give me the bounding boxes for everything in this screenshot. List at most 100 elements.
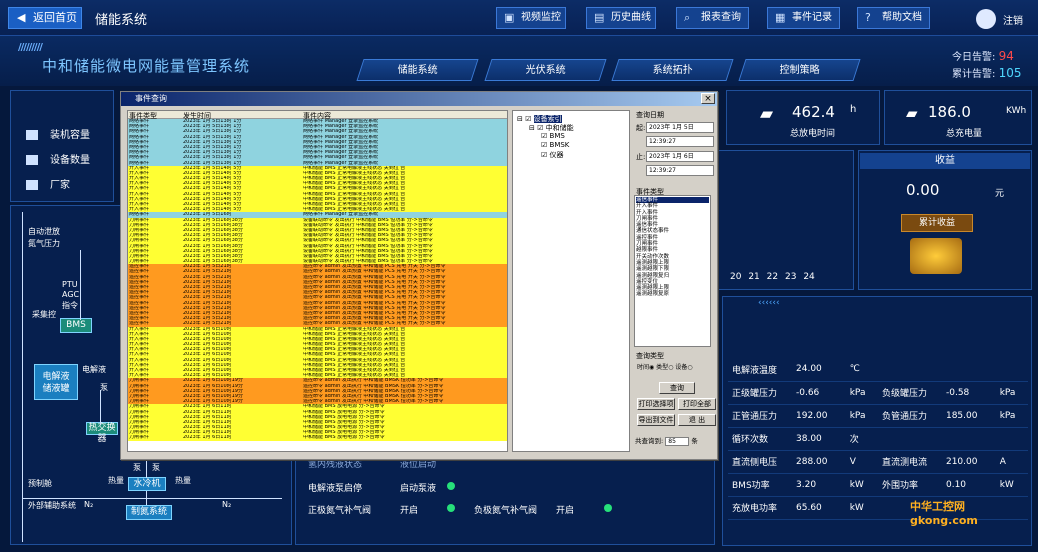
- total-count: 共查询到: 85 条: [635, 437, 698, 446]
- param-cell: V: [845, 450, 878, 474]
- to-date-field[interactable]: 2023年 1月 6日: [646, 151, 714, 162]
- param-cell: 循环次数: [728, 427, 792, 451]
- param-cell: 充放电功率: [728, 496, 792, 520]
- discharge-icon: ▰: [760, 104, 774, 124]
- diagram-label: 热量: [175, 476, 191, 485]
- param-cell: 外围功率: [877, 473, 942, 497]
- diagram-label: 自动泄放: [28, 227, 60, 236]
- param-cell: [877, 358, 942, 382]
- tab-storage[interactable]: 储能系统: [356, 59, 479, 81]
- charge-icon: ▰: [906, 104, 918, 122]
- event-type-cell: 刀闸事件: [129, 435, 150, 441]
- param-cell: 210.00: [941, 450, 996, 474]
- close-icon[interactable]: ×: [701, 93, 715, 104]
- diagram-line: [100, 390, 101, 425]
- charge-value: 186.0: [928, 103, 971, 121]
- video-icon: ▣: [504, 11, 515, 24]
- diagram-label: 电解液: [82, 365, 106, 374]
- param-cell: [941, 358, 996, 382]
- report-query-button[interactable]: ⌕ 报表查询: [676, 7, 749, 29]
- status-value: 启动泵液: [400, 484, 437, 494]
- watermark: 中华工控网 gkong.com: [910, 500, 978, 527]
- param-cell: kPa: [845, 381, 878, 405]
- logout-button[interactable]: 注销: [1003, 12, 1023, 27]
- discharge-unit: h: [850, 104, 857, 115]
- event-query-dialog[interactable]: 事件查询 × 事件类型 发生时间 事件内容 网络事件 2023年 1月 5日13时 1分…: [120, 91, 718, 460]
- to-label: 止:: [636, 153, 646, 161]
- param-cell: 288.00: [792, 450, 846, 474]
- device-tree[interactable]: ⊟ ☑ 设备索引 ⊟ ☑ 中和储能 ☑ BMS ☑ BMSK ☑ 仪器: [512, 110, 630, 452]
- param-cell: A: [995, 450, 1028, 474]
- param-cell: [995, 427, 1028, 451]
- search-icon: ⌕: [684, 11, 691, 24]
- param-cell: 电解液温度: [728, 358, 792, 382]
- print-selected-button[interactable]: 打印选择项: [637, 398, 675, 410]
- param-cell: 正级罐压力: [728, 381, 792, 405]
- charge-unit: KWh: [1006, 106, 1027, 116]
- print-all-button[interactable]: 打印全部: [678, 398, 716, 410]
- from-date-field[interactable]: 2023年 1月 5日: [646, 122, 714, 133]
- exit-button[interactable]: 退 出: [678, 414, 716, 426]
- param-cell: -0.58: [941, 381, 996, 405]
- query-type-radios[interactable]: 时间◉ 类型○ 设备○: [637, 362, 693, 371]
- diagram-label: N₂: [222, 500, 232, 509]
- param-cell: 正管通压力: [728, 404, 792, 428]
- table-row: 正管通压力 192.00 kPa 负管通压力 185.00 kPa: [728, 404, 1028, 428]
- dialog-title-bar[interactable]: 事件查询 ×: [121, 92, 717, 106]
- table-row[interactable]: 刀闸事件 2023年 1月 6日11时 中和储能 BMS 放电电源 分->合命令: [128, 435, 507, 441]
- help-doc-button[interactable]: ? 帮助文档: [857, 7, 930, 29]
- param-cell: [941, 427, 996, 451]
- param-cell: 次: [845, 427, 878, 451]
- diagram-label: 外部辅助系统: [28, 501, 76, 510]
- history-curve-button[interactable]: ▤ 历史曲线: [586, 7, 656, 29]
- from-time-field[interactable]: 12:39:27: [646, 136, 714, 147]
- param-cell: [877, 427, 942, 451]
- param-table: 电解液温度 24.00 ℃ 正级罐压力 -0.66 kPa 负级罐压力 -0.58 kPa 正管…: [728, 358, 1028, 520]
- tab-pv[interactable]: 光伏系统: [484, 59, 607, 81]
- param-cell: kPa: [995, 404, 1028, 428]
- back-arrow-icon: ◀: [17, 11, 26, 24]
- tab-topology[interactable]: 系统拓扑: [611, 59, 734, 81]
- event-record-button[interactable]: ▦ 事件记录: [767, 7, 840, 29]
- income-unit: 元: [995, 189, 1005, 199]
- tree-leaf[interactable]: ☑ BMS: [541, 132, 565, 140]
- top-bar: ◀ 返回首页 储能系统 ▣ 视频监控 ▤ 历史曲线 ⌕ 报表查询 ▦ 事件记录 ? 帮助文档…: [0, 0, 1038, 36]
- param-cell: 负管通压力: [877, 404, 942, 428]
- diagram-label: 采集控: [32, 310, 56, 319]
- param-cell: 38.00: [792, 427, 846, 451]
- diagram-label: 热量: [108, 476, 124, 485]
- status-indicator: [447, 502, 455, 515]
- query-button[interactable]: 查询: [659, 382, 695, 394]
- event-content-cell: 中和储能 BMS 放电电源 分->合命令: [303, 435, 385, 441]
- param-cell: 直流测电流: [877, 450, 942, 474]
- list-item[interactable]: 遥测越限复原: [636, 291, 709, 297]
- user-avatar-icon[interactable]: [976, 9, 996, 29]
- param-cell: kW: [995, 473, 1028, 497]
- capacity-item: 装机容量: [26, 126, 90, 141]
- status-indicator: [604, 502, 612, 515]
- device-icon: [26, 155, 38, 165]
- status-label: 正极氮气补气阀: [308, 506, 372, 516]
- diagram-label: N₂: [84, 500, 94, 509]
- param-cell: 3.20: [792, 473, 846, 497]
- vendor-item: 厂家: [26, 176, 70, 191]
- tree-leaf[interactable]: ☑ BMSK: [541, 141, 569, 149]
- event-type-list[interactable]: 遥信事件 开入事件 开入事件 刀闸事件 遥信事件 通信状态事件 遥控事件 刀闸事件 越限事件 开关…: [634, 195, 711, 347]
- video-monitor-button[interactable]: ▣ 视频监控: [496, 7, 566, 29]
- vendor-icon: [26, 180, 38, 190]
- chart-axis-ticks: 20 21 22 23 24: [730, 272, 815, 282]
- status-value: 开启: [400, 506, 419, 516]
- tab-strategy[interactable]: 控制策略: [738, 59, 861, 81]
- to-time-field[interactable]: 12:39:27: [646, 165, 714, 176]
- table-row: 直流侧电压 288.00 V 直流测电流 210.00 A: [728, 450, 1028, 474]
- device-count-item: 设备数量: [26, 151, 90, 166]
- collapse-arrows-icon: ‹‹‹‹‹‹: [758, 298, 780, 308]
- page-title: 中和储能微电网能量管理系统: [42, 57, 251, 75]
- event-list-header: 事件类型 发生时间 事件内容: [128, 111, 507, 120]
- export-file-button[interactable]: 导出到文件: [637, 414, 675, 426]
- home-button[interactable]: ◀ 返回首页: [8, 7, 82, 29]
- header-stripes-icon: /////////: [18, 42, 43, 53]
- doc-icon: ▦: [775, 11, 786, 24]
- event-list[interactable]: 事件类型 发生时间 事件内容 网络事件 2023年 1月 5日13时 1分 网络事件 M…: [127, 110, 508, 452]
- tree-leaf[interactable]: ☑ 仪器: [541, 150, 564, 160]
